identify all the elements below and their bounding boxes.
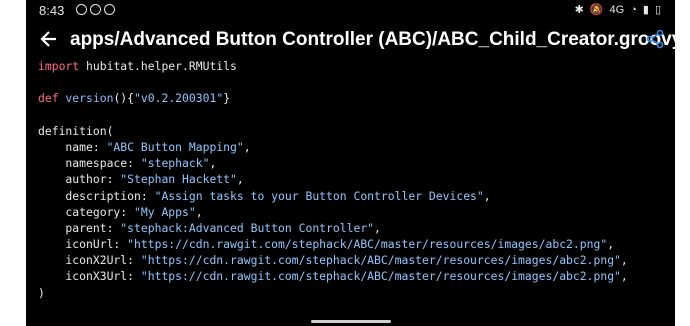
string-literal: "https://cdn.rawgit.com/stephack/ABC/mas… [140,269,621,284]
string-literal: "stephack:Advanced Button Controller" [120,220,375,235]
string-literal: "v0.2.200301" [134,91,224,106]
code-line: category: "My Apps", [38,204,658,220]
code-line: description: "Assign tasks to your Butto… [38,188,658,204]
property-key: category: [38,204,135,219]
code-text: , [243,139,251,154]
status-time: 8:43 [39,3,65,18]
property-key: author: [38,172,121,187]
string-literal: "My Apps" [134,204,196,219]
string-literal: "Stephan Hackett" [120,172,237,187]
back-arrow-icon[interactable] [38,28,60,50]
string-literal: "stephack" [140,156,210,171]
property-key: iconX3Url: [38,269,141,284]
status-right: ✱ 🔕 4G ◔ ▮ ▯ [574,3,661,17]
network-label: 4G [609,3,625,16]
notification-icons [76,4,115,15]
code-line: parent: "stephack:Advanced Button Contro… [38,220,658,236]
wifi-icon: ◔ [630,3,637,16]
code-text: , [374,220,381,235]
notification-icon [104,4,115,15]
status-bar: 8:43 ✱ 🔕 4G ◔ ▮ ▯ [26,0,675,22]
code-text: ) [38,285,45,300]
function-name: version [58,91,114,106]
code-text: , [483,188,491,203]
code-text: , [620,269,628,284]
code-text: definition( [38,123,114,138]
code-text: , [620,253,628,268]
keyword: def [38,91,59,106]
property-key: description: [38,188,155,203]
code-text: (){ [113,91,135,106]
string-literal: "ABC Button Mapping" [106,139,244,154]
code-line: iconX3Url: "https://cdn.rawgit.com/steph… [38,268,658,284]
bluetooth-icon: ✱ [574,4,584,16]
app-header: apps/Advanced Button Controller (ABC)/AB… [26,22,675,58]
share-icon[interactable] [645,29,665,49]
gesture-bar[interactable] [311,320,391,323]
property-key: parent: [38,220,121,235]
keyword: import [38,59,80,73]
code-line: author: "Stephan Hackett", [38,171,658,187]
property-key: namespace: [38,156,141,171]
phone-screen: 8:43 ✱ 🔕 4G ◔ ▮ ▯ apps/Advanced Button C… [26,0,675,326]
notification-icon [90,4,101,15]
code-line: def version(){"v0.2.200301"} [38,90,658,106]
code-line: ) [38,285,658,301]
property-key: iconX2Url: [38,253,141,268]
page-title: apps/Advanced Button Controller (ABC)/AB… [70,29,675,50]
code-line: definition( [38,123,658,139]
signal-icon: ▮ [642,4,649,16]
code-text: , [195,204,203,219]
mute-icon: 🔕 [589,4,604,16]
code-line: namespace: "stephack", [38,155,658,171]
code-line: iconUrl: "https://cdn.rawgit.com/stephac… [38,236,658,252]
property-key: iconUrl: [38,237,128,252]
definition-lines: name: "ABC Button Mapping", namespace: "… [38,139,658,285]
code-text: hubitat.helper.RMUtils [79,59,237,73]
string-literal: "https://cdn.rawgit.com/stephack/ABC/mas… [127,237,608,252]
code-text: , [607,237,615,252]
string-literal: "Assign tasks to your Button Controller … [154,188,484,203]
string-literal: "https://cdn.rawgit.com/stephack/ABC/mas… [140,253,621,268]
code-view: import hubitat.helper.RMUtils def version… [38,58,658,301]
code-text: , [236,172,244,187]
code-line: name: "ABC Button Mapping", [38,139,658,155]
notification-icon [76,4,87,15]
code-line: iconX2Url: "https://cdn.rawgit.com/steph… [38,252,658,268]
code-line: import hubitat.helper.RMUtils [38,58,658,74]
battery-icon: ▯ [654,4,661,16]
property-key: name: [38,139,107,154]
code-text: , [209,156,217,171]
code-text: } [223,91,231,106]
